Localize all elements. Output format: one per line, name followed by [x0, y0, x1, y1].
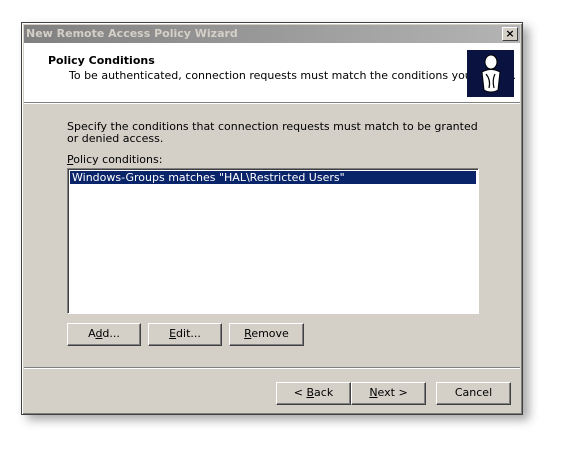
policy-conditions-list[interactable]: Windows-Groups matches "HAL\Restricted U…: [67, 168, 479, 314]
title-bar[interactable]: New Remote Access Policy Wizard ×: [24, 25, 520, 43]
edit-button[interactable]: Edit...: [148, 323, 222, 346]
close-icon: ×: [505, 27, 515, 40]
footer-divider-highlight: [24, 368, 520, 369]
header-divider: [24, 103, 520, 104]
window-title: New Remote Access Policy Wizard: [26, 27, 238, 40]
next-button[interactable]: Next >: [351, 382, 426, 405]
cancel-button[interactable]: Cancel: [436, 382, 511, 405]
wizard-person-icon: [467, 50, 514, 97]
page-subtitle: To be authenticated, connection requests…: [69, 69, 516, 82]
page-title: Policy Conditions: [48, 54, 155, 67]
wizard-header: Policy Conditions To be authenticated, c…: [24, 43, 520, 103]
remove-button[interactable]: Remove: [229, 323, 304, 346]
add-button[interactable]: Add...: [67, 323, 141, 346]
back-button[interactable]: < Back: [276, 382, 351, 405]
policy-conditions-label: Policy conditions:: [67, 153, 163, 166]
instruction-text: Specify the conditions that connection r…: [67, 120, 478, 145]
close-button[interactable]: ×: [502, 27, 518, 41]
wizard-window: New Remote Access Policy Wizard × Policy…: [21, 22, 523, 415]
list-item[interactable]: Windows-Groups matches "HAL\Restricted U…: [70, 171, 476, 184]
